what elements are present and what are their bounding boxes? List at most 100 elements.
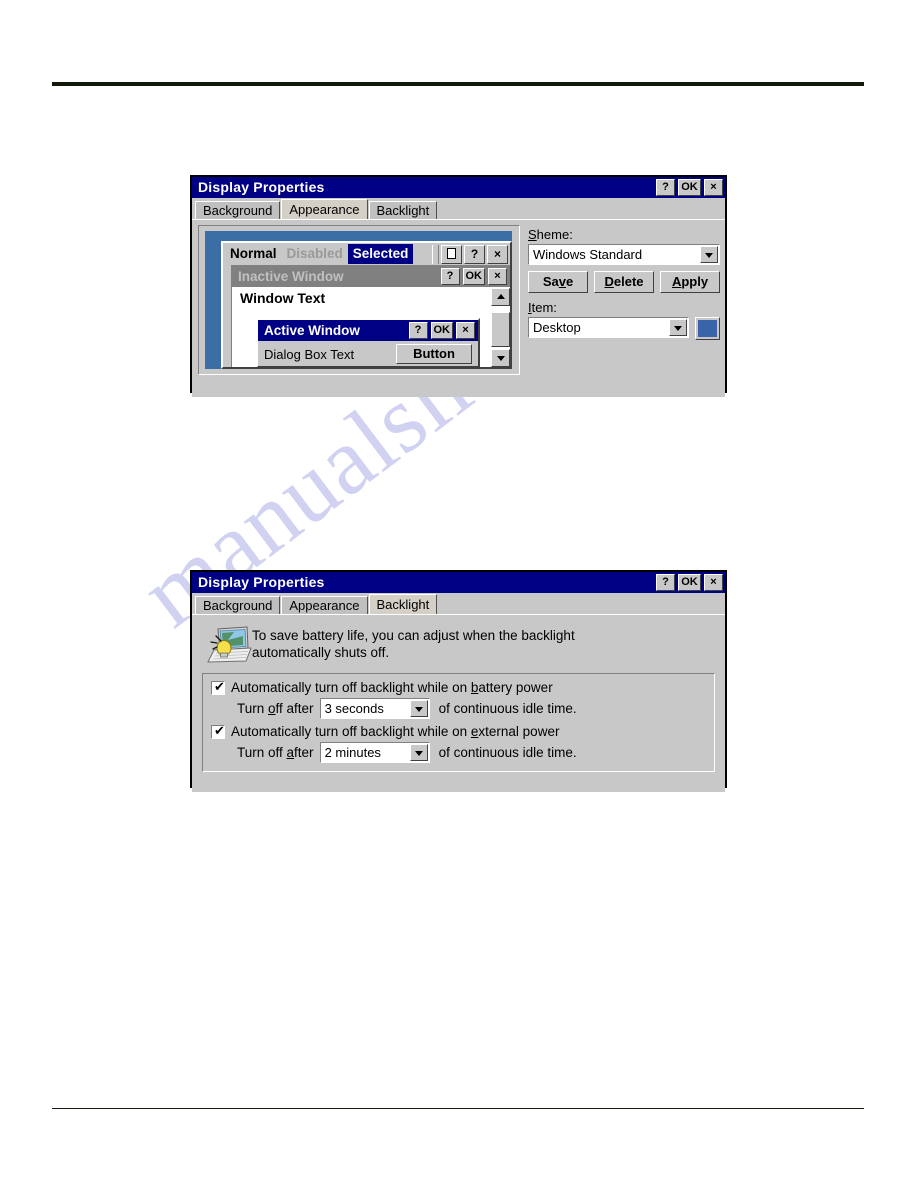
- external-timer-pre: Turn off: [237, 745, 287, 760]
- preview-scrollbar[interactable]: [491, 288, 510, 367]
- external-timer-row: Turn off after 2 minutes of continuous i…: [237, 742, 706, 763]
- tab-appearance[interactable]: Appearance: [281, 199, 368, 219]
- tabstrip: Background Appearance Backlight: [192, 593, 725, 614]
- dialog-title: Display Properties: [198, 179, 325, 195]
- preview-active-help: ?: [408, 322, 428, 339]
- chevron-down-icon: [414, 750, 423, 756]
- scheme-label-accel: S: [528, 227, 537, 242]
- external-label-post: xternal power: [478, 724, 560, 739]
- apply-button[interactable]: Apply: [660, 271, 720, 293]
- tab-panel-appearance: Normal Disabled Selected ? × Inactive Wi…: [192, 219, 725, 397]
- backlight-description-line1: To save battery life, you can adjust whe…: [252, 628, 575, 643]
- scrollbar-thumb[interactable]: [491, 312, 510, 347]
- save-button[interactable]: Save: [528, 271, 588, 293]
- external-checkbox-row[interactable]: ✔ Automatically turn off backlight while…: [211, 724, 706, 739]
- chevron-down-icon: [674, 325, 682, 331]
- preview-close-button: ×: [487, 244, 508, 264]
- appearance-controls: Sheme: Windows Standard Save Delete Appl…: [528, 225, 720, 375]
- scroll-down-button[interactable]: [491, 349, 510, 367]
- battery-backlight-checkbox[interactable]: ✔: [211, 679, 225, 695]
- backlight-settings-group: ✔ Automatically turn off backlight while…: [202, 673, 715, 772]
- battery-timeout-value: 3 seconds: [324, 701, 384, 716]
- preview-active-title: Active Window: [264, 323, 360, 338]
- external-backlight-checkbox[interactable]: ✔: [211, 723, 225, 739]
- item-combobox[interactable]: Desktop: [528, 317, 689, 338]
- battery-timer-row: Turn off after 3 seconds of continuous i…: [237, 698, 706, 719]
- close-button[interactable]: ×: [704, 179, 723, 196]
- save-accel: v: [558, 274, 566, 289]
- preview-inactive-close: ×: [488, 268, 507, 285]
- chevron-down-icon: [705, 252, 713, 258]
- apply-post: pply: [681, 274, 709, 289]
- preview-menu-selected: Selected: [347, 244, 414, 264]
- item-dropdown-arrow[interactable]: [669, 319, 687, 336]
- item-value: Desktop: [533, 320, 581, 335]
- tabstrip: Background Appearance Backlight: [192, 198, 725, 219]
- check-icon: ✔: [214, 723, 225, 739]
- preview-menubar: Normal Disabled Selected ? ×: [223, 243, 510, 265]
- new-document-icon: [441, 244, 462, 264]
- tab-background[interactable]: Background: [195, 201, 281, 219]
- battery-timer-pre: Turn: [237, 701, 269, 716]
- battery-backlight-label: Automatically turn off backlight while o…: [231, 680, 553, 695]
- page-footer-rule: [52, 1108, 864, 1109]
- backlight-laptop-bulb-icon: [202, 623, 252, 665]
- battery-timeout-combobox[interactable]: 3 seconds: [319, 698, 430, 719]
- close-button[interactable]: ×: [704, 574, 723, 591]
- external-label-pre: Automatically turn off backlight while o…: [231, 724, 471, 739]
- tab-backlight[interactable]: Backlight: [368, 201, 438, 219]
- preview-sample-button: Button: [396, 344, 472, 364]
- preview-grip: [432, 244, 439, 264]
- external-timeout-combobox[interactable]: 2 minutes: [319, 742, 430, 763]
- chevron-down-icon: [414, 706, 423, 712]
- preview-inactive-help: ?: [440, 268, 460, 285]
- item-color-swatch: [698, 320, 717, 337]
- scheme-combobox[interactable]: Windows Standard: [528, 244, 720, 265]
- external-timer-accel: a: [286, 745, 295, 760]
- help-button[interactable]: ?: [656, 574, 675, 591]
- delete-button[interactable]: Delete: [594, 271, 654, 293]
- battery-label-post: attery power: [478, 680, 553, 695]
- battery-timeout-dropdown-arrow[interactable]: [409, 700, 428, 717]
- external-timer-post: fter: [294, 745, 314, 760]
- tab-appearance[interactable]: Appearance: [281, 596, 368, 614]
- tab-backlight[interactable]: Backlight: [368, 594, 438, 614]
- check-icon: ✔: [214, 679, 225, 695]
- preview-dialog: Active Window ? OK × Dialog Box Text But…: [256, 318, 480, 367]
- backlight-info: To save battery life, you can adjust whe…: [192, 615, 725, 671]
- scrollbar-track[interactable]: [491, 306, 510, 349]
- scheme-dropdown-arrow[interactable]: [700, 246, 718, 263]
- preview-inactive-ok: OK: [462, 268, 485, 285]
- apply-accel: A: [671, 274, 682, 289]
- battery-checkbox-row[interactable]: ✔ Automatically turn off backlight while…: [211, 680, 706, 695]
- preview-window: Normal Disabled Selected ? × Inactive Wi…: [221, 241, 512, 369]
- item-color-swatch-button[interactable]: [695, 317, 720, 340]
- external-timeout-dropdown-arrow[interactable]: [409, 744, 428, 761]
- ok-button[interactable]: OK: [678, 179, 701, 196]
- preview-desktop: Normal Disabled Selected ? × Inactive Wi…: [205, 231, 512, 369]
- backlight-description: To save battery life, you can adjust whe…: [252, 623, 575, 665]
- ok-button[interactable]: OK: [678, 574, 701, 591]
- titlebar: Display Properties ? OK ×: [192, 177, 725, 198]
- appearance-preview[interactable]: Normal Disabled Selected ? × Inactive Wi…: [198, 225, 520, 375]
- scheme-label-text: heme:: [536, 227, 573, 242]
- backlight-icon-svg: [207, 626, 252, 663]
- backlight-description-line2: automatically shuts off.: [252, 645, 390, 660]
- tab-panel-backlight: To save battery life, you can adjust whe…: [192, 614, 725, 792]
- preview-client-area: Inactive Window ? OK × Window Text Activ…: [231, 265, 510, 367]
- help-button[interactable]: ?: [656, 179, 675, 196]
- display-properties-backlight-dialog: Display Properties ? OK × Background App…: [190, 570, 727, 792]
- tab-background[interactable]: Background: [195, 596, 281, 614]
- scroll-up-button[interactable]: [491, 288, 510, 306]
- external-timeout-value: 2 minutes: [324, 745, 381, 760]
- chevron-up-icon: [496, 294, 505, 299]
- preview-inactive-titlebar: Inactive Window ? OK ×: [232, 266, 510, 287]
- page-header-rule: [52, 82, 864, 86]
- preview-menu-normal: Normal: [230, 246, 277, 261]
- external-backlight-label: Automatically turn off backlight while o…: [231, 724, 559, 739]
- save-post: e: [565, 274, 574, 289]
- preview-inactive-title: Inactive Window: [238, 269, 344, 284]
- item-label-text: tem:: [531, 300, 557, 315]
- display-properties-appearance-dialog: Display Properties ? OK × Background App…: [190, 175, 727, 397]
- chevron-down-icon: [496, 356, 505, 361]
